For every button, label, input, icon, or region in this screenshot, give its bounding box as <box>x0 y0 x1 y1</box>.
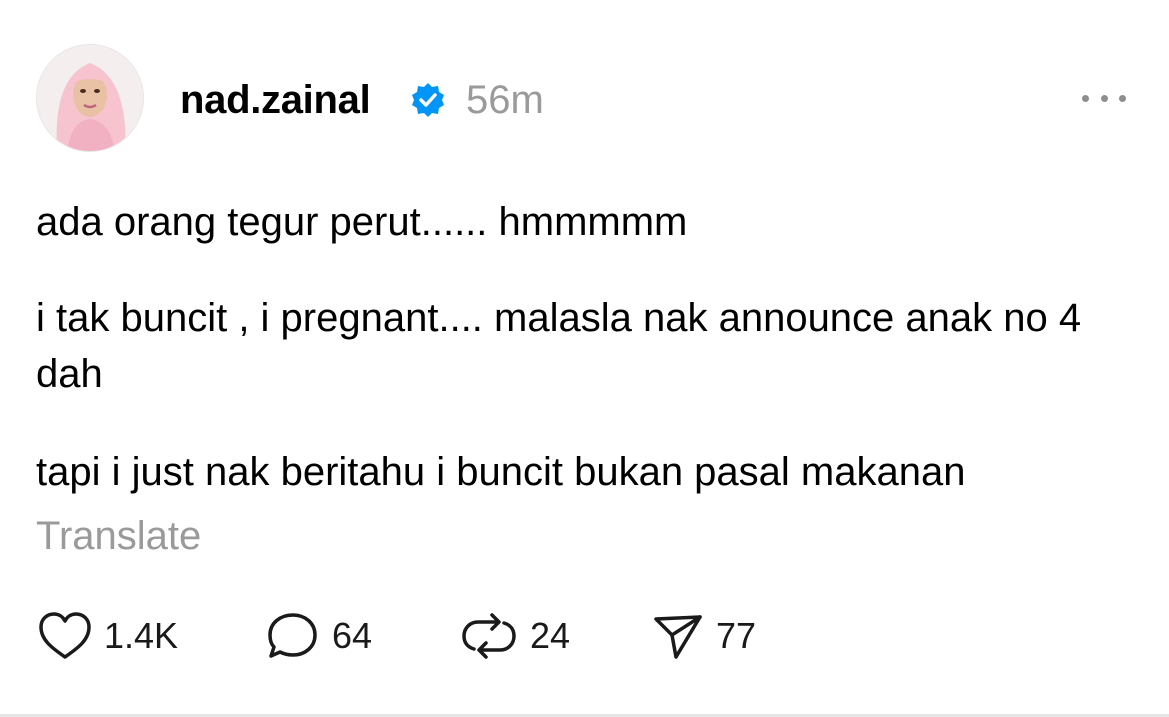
avatar-photo <box>37 45 143 151</box>
post-timestamp: 56m <box>466 78 544 122</box>
repost-count: 24 <box>530 615 571 656</box>
avatar[interactable] <box>36 44 144 152</box>
more-options-icon[interactable] <box>1082 86 1126 110</box>
post-paragraph-2: i tak buncit , i pregnant.... malasla na… <box>36 296 1082 396</box>
post-paragraph-3: tapi i just nak beritahu i buncit bukan … <box>36 450 966 494</box>
heart-icon <box>39 612 91 659</box>
repost-button[interactable]: 24 <box>460 608 570 664</box>
like-count: 1.4K <box>104 615 179 656</box>
reply-count: 64 <box>332 615 373 656</box>
like-button[interactable]: 1.4K <box>38 608 178 664</box>
share-button[interactable]: 77 <box>652 608 756 664</box>
reply-button[interactable]: 64 <box>266 608 372 664</box>
post-paragraph-1: ada orang tegur perut...... hmmmmm <box>36 200 688 244</box>
repost-icon <box>462 613 516 659</box>
thread-post: nad.zainal 56m ada orang tegur perut....… <box>0 0 1169 717</box>
send-icon <box>654 615 702 659</box>
translate-link[interactable]: Translate <box>36 508 201 564</box>
share-count: 77 <box>716 615 757 656</box>
comment-icon <box>268 613 317 658</box>
verified-badge-icon <box>412 83 444 117</box>
author-username[interactable]: nad.zainal <box>180 76 371 124</box>
